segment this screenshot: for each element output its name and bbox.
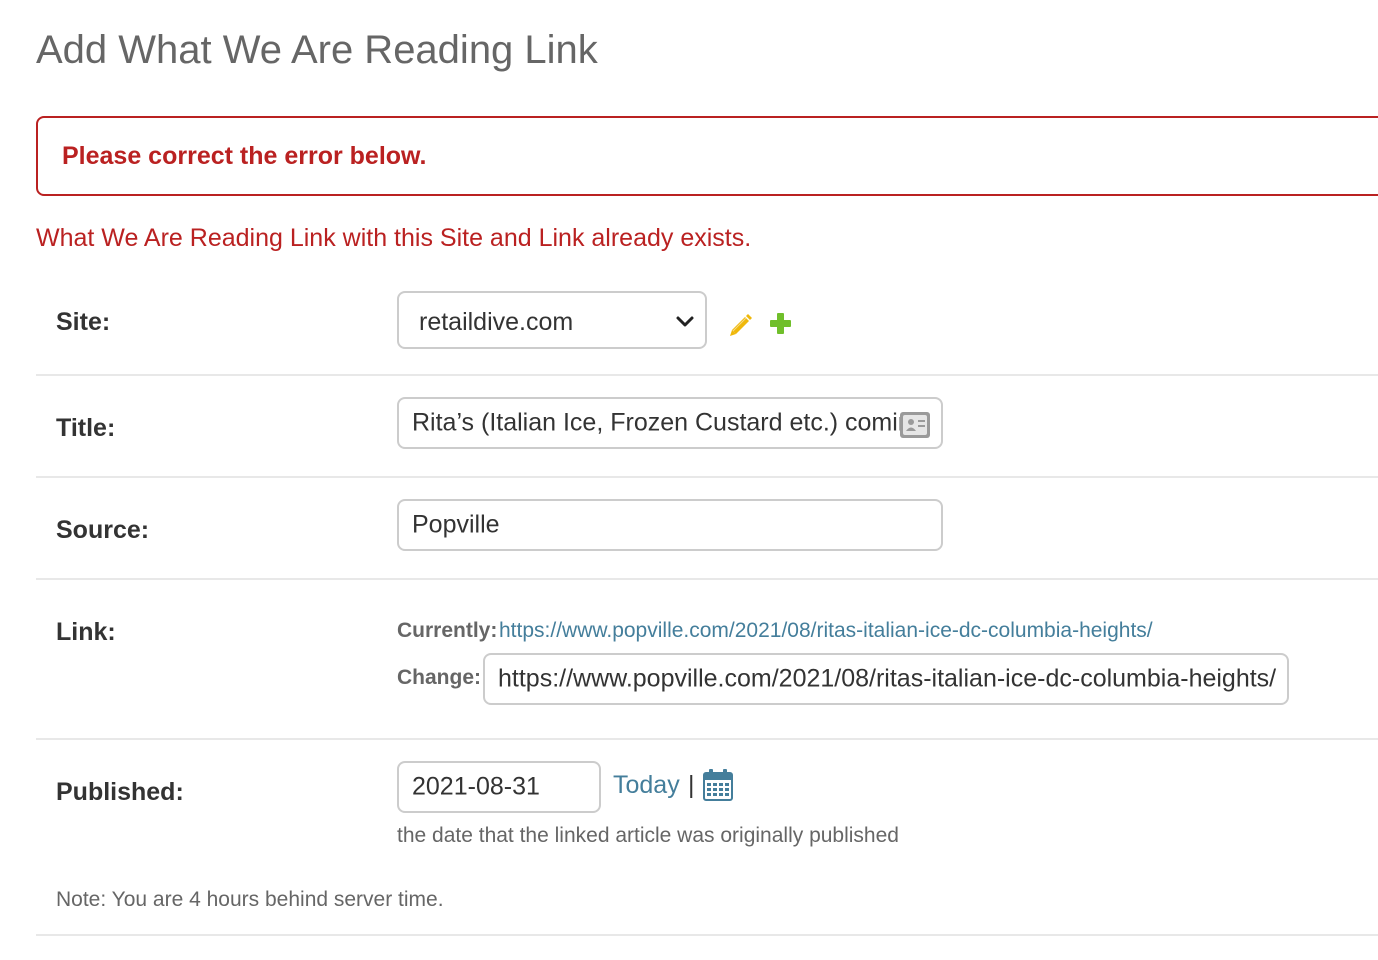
link-change-value: https://www.popville.com/2021/08/ritas-i… — [498, 664, 1277, 693]
site-select[interactable]: retaildive.com — [397, 291, 707, 349]
plus-icon[interactable] — [769, 312, 792, 340]
row-separator — [36, 578, 1378, 580]
published-date-input[interactable]: 2021-08-31 — [397, 761, 601, 813]
published-help-text: the date that the linked article was ori… — [397, 824, 899, 847]
site-label: Site: — [56, 308, 111, 336]
contact-card-icon[interactable] — [899, 411, 931, 444]
row-separator — [36, 476, 1378, 478]
currently-label: Currently: — [397, 619, 498, 642]
link-change-input[interactable]: https://www.popville.com/2021/08/ritas-i… — [483, 653, 1289, 705]
source-input-value: Popville — [412, 510, 500, 539]
title-label: Title: — [56, 414, 116, 442]
published-date-value: 2021-08-31 — [412, 772, 540, 801]
source-input[interactable]: Popville — [397, 499, 943, 551]
row-separator — [36, 738, 1378, 740]
published-label: Published: — [56, 778, 184, 806]
row-separator — [36, 934, 1378, 936]
pencil-icon[interactable] — [728, 311, 754, 342]
today-link[interactable]: Today — [613, 771, 680, 800]
row-separator — [36, 374, 1378, 376]
timezone-note: Note: You are 4 hours behind server time… — [56, 888, 444, 911]
title-input[interactable]: Rita’s (Italian Ice, Frozen Custard etc.… — [397, 397, 943, 449]
chevron-down-icon — [675, 311, 695, 336]
separator: | — [688, 771, 695, 799]
error-note: Please correct the error below. — [36, 116, 1378, 196]
link-label: Link: — [56, 618, 116, 646]
source-label: Source: — [56, 516, 150, 544]
change-label: Change: — [397, 666, 481, 689]
nonfield-error: What We Are Reading Link with this Site … — [36, 224, 752, 252]
page-title: Add What We Are Reading Link — [36, 28, 598, 72]
error-note-text: Please correct the error below. — [62, 142, 427, 170]
calendar-icon[interactable] — [703, 769, 733, 806]
current-link[interactable]: https://www.popville.com/2021/08/ritas-i… — [499, 619, 1153, 643]
title-input-value: Rita’s (Italian Ice, Frozen Custard etc.… — [412, 408, 926, 437]
site-select-value: retaildive.com — [419, 308, 574, 336]
